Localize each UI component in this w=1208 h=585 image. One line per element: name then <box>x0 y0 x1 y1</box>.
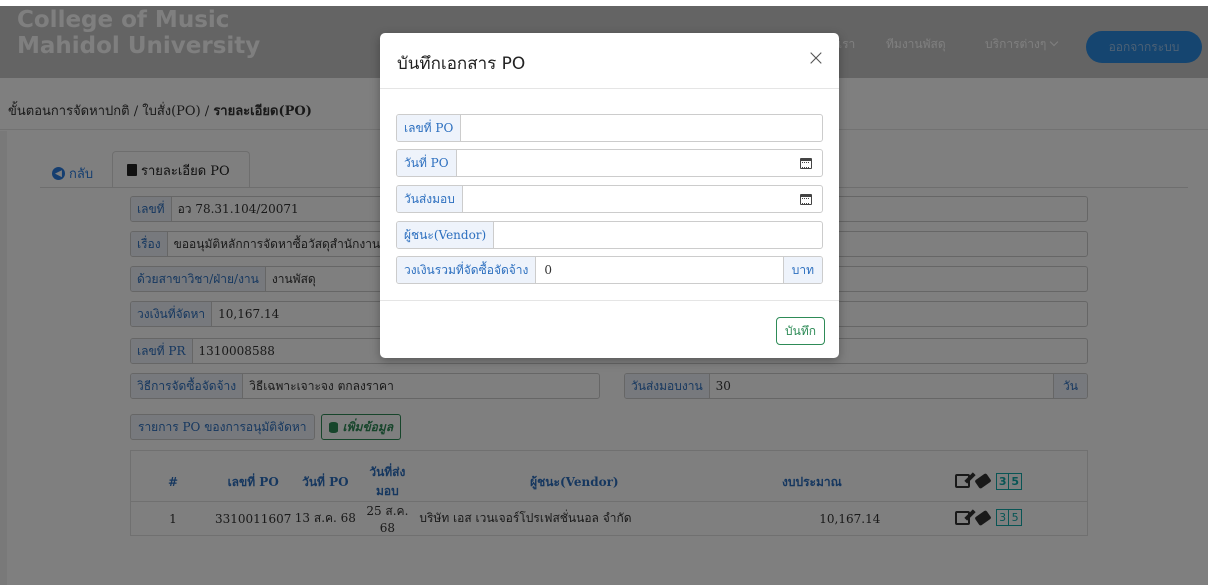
calendar-icon[interactable] <box>800 157 812 169</box>
po-modal: บันทึกเอกสาร PO × เลขที่ PO วันที่ PO วั… <box>380 33 839 358</box>
vendor-label: ผู้ชนะ(Vendor) <box>397 222 495 248</box>
amount-input[interactable] <box>536 257 783 283</box>
amount-unit: บาท <box>782 257 822 283</box>
calendar-icon[interactable] <box>800 193 812 205</box>
po-date-label: วันที่ PO <box>397 150 457 176</box>
delivery-date-input[interactable] <box>462 186 800 212</box>
po-no-field: เลขที่ PO <box>396 114 823 142</box>
modal-footer: บันทึก <box>380 300 839 358</box>
po-date-field: วันที่ PO <box>396 149 823 177</box>
amount-label: วงเงินรวมที่จัดซื้อจัดจ้าง <box>397 257 537 283</box>
delivery-date-field: วันส่งมอบ <box>396 185 823 213</box>
modal-title: บันทึกเอกสาร PO <box>397 54 526 74</box>
po-no-label: เลขที่ PO <box>397 115 462 141</box>
po-no-input[interactable] <box>461 115 822 141</box>
vendor-input[interactable] <box>494 222 822 248</box>
save-button[interactable]: บันทึก <box>776 317 825 345</box>
close-icon[interactable]: × <box>806 48 826 70</box>
po-date-input[interactable] <box>456 150 800 176</box>
delivery-date-label: วันส่งมอบ <box>397 186 463 212</box>
amount-field: วงเงินรวมที่จัดซื้อจัดจ้าง บาท <box>396 256 823 284</box>
modal-header: บันทึกเอกสาร PO × <box>380 33 839 89</box>
vendor-field: ผู้ชนะ(Vendor) <box>396 221 823 249</box>
